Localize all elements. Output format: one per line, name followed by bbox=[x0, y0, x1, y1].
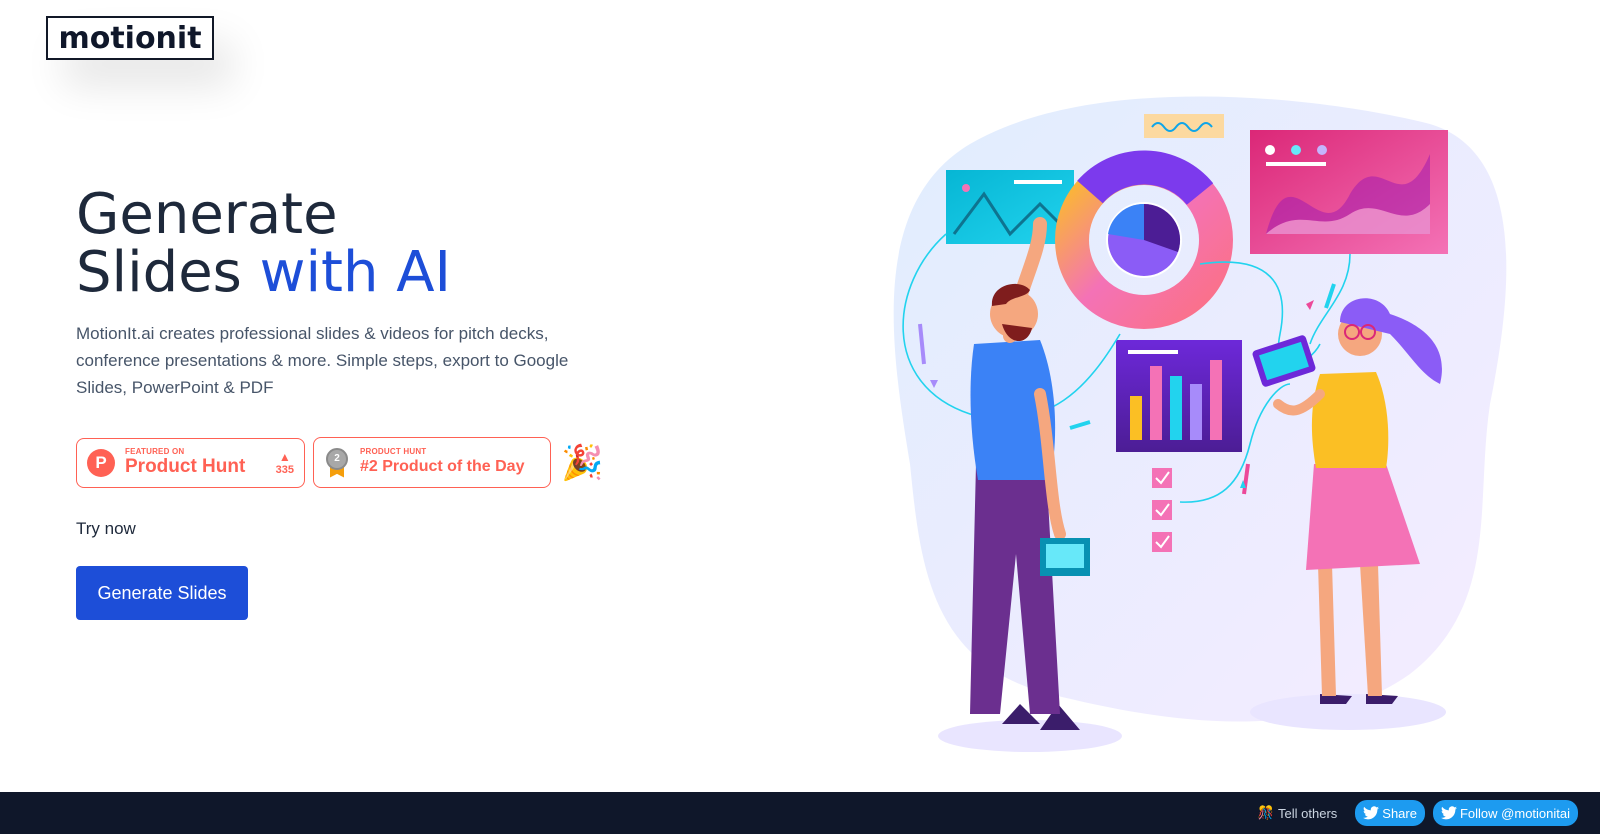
hero-title-line2: Slides bbox=[76, 240, 260, 305]
tell-others: 🎊 Tell others bbox=[1258, 805, 1337, 821]
medal-rank: 2 bbox=[326, 447, 348, 470]
product-of-the-day-badge[interactable]: 2 PRODUCT HUNT #2 Product of the Day bbox=[313, 437, 551, 488]
badges-row: P FEATURED ON Product Hunt ▲ 335 2 PRODU… bbox=[76, 437, 603, 488]
twitter-bird-icon bbox=[1363, 806, 1380, 820]
bar-chart-card bbox=[1116, 340, 1242, 452]
try-now-label: Try now bbox=[76, 519, 136, 538]
hero-title-accent: with AI bbox=[259, 240, 452, 305]
badge-text: PRODUCT HUNT #2 Product of the Day bbox=[360, 447, 524, 478]
badge-text: FEATURED ON Product Hunt bbox=[125, 447, 245, 478]
hero-title: Generate Slides with AI bbox=[76, 186, 636, 302]
twitter-follow-button[interactable]: Follow @motionitai bbox=[1432, 800, 1578, 826]
logo[interactable]: motionit bbox=[46, 16, 214, 60]
pink-chart-card bbox=[1250, 130, 1448, 254]
party-popper-icon: 🎉 bbox=[561, 443, 604, 482]
cyan-chart-card bbox=[946, 170, 1074, 244]
footer-bar: 🎊 Tell others Share Follow @motionitai bbox=[0, 792, 1600, 834]
badge-big-label: #2 Product of the Day bbox=[360, 458, 525, 475]
logo-text: motionit bbox=[58, 20, 202, 56]
hero-title-line1: Generate bbox=[76, 182, 338, 247]
product-hunt-featured-badge[interactable]: P FEATURED ON Product Hunt ▲ 335 bbox=[76, 437, 305, 488]
badge-small-label: FEATURED ON bbox=[125, 447, 185, 456]
badge-small-label: PRODUCT HUNT bbox=[360, 447, 427, 456]
checklist bbox=[1152, 468, 1172, 552]
follow-label: Follow @motionitai bbox=[1459, 805, 1570, 821]
vote-count: 335 bbox=[275, 463, 294, 476]
share-label: Share bbox=[1382, 805, 1417, 821]
hero-illustration bbox=[893, 96, 1507, 752]
hero-section: Generate Slides with AI MotionIt.ai crea… bbox=[76, 186, 636, 401]
generate-slides-button[interactable]: Generate Slides bbox=[76, 566, 248, 620]
upvote-count: ▲ 335 bbox=[276, 450, 294, 476]
hero-description: MotionIt.ai creates professional slides … bbox=[76, 324, 569, 397]
medal-icon: 2 bbox=[324, 447, 350, 478]
twitter-share-button[interactable]: Share bbox=[1355, 800, 1425, 826]
tell-others-label: Tell others bbox=[1278, 805, 1338, 821]
upvote-arrow-icon: ▲ bbox=[278, 449, 291, 464]
product-hunt-icon: P bbox=[87, 448, 115, 477]
twitter-bird-icon bbox=[1440, 806, 1457, 820]
confetti-icon: 🎊 bbox=[1257, 805, 1275, 820]
badge-big-label: Product Hunt bbox=[125, 456, 246, 477]
